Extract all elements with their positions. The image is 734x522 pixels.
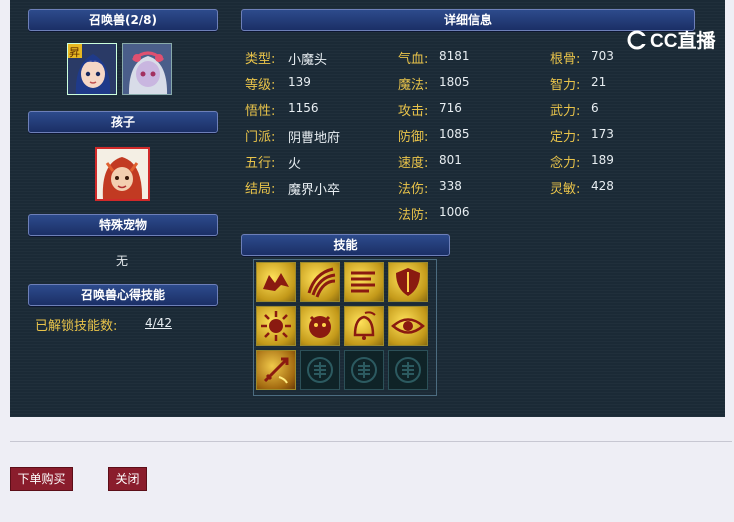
- special-pet-header: 特殊宠物: [28, 214, 218, 236]
- child-avatar[interactable]: [95, 147, 150, 201]
- stat-value: 8181: [439, 49, 470, 63]
- skill-grid: [253, 259, 437, 396]
- sun-skill-icon[interactable]: [256, 306, 296, 346]
- divider: [10, 441, 732, 442]
- stat-label: 法伤:: [398, 182, 429, 197]
- scroll-skill-icon[interactable]: [344, 262, 384, 302]
- stat-value: 小魔头: [288, 53, 328, 68]
- stat-value: 6: [591, 101, 599, 115]
- stat-label: 魔法:: [398, 78, 429, 93]
- stat-label: 门派:: [245, 130, 276, 145]
- learned-skills-header: 召唤兽心得技能: [28, 284, 218, 306]
- ascend-badge: 昇: [69, 46, 80, 59]
- stat-value: 21: [591, 75, 607, 89]
- stat-label: 速度:: [398, 156, 429, 171]
- empty-slot-icon[interactable]: [300, 350, 340, 390]
- stat-value: 魔界小卒: [288, 183, 341, 198]
- stat-label: 类型:: [245, 52, 276, 67]
- stat-value: 阴曹地府: [288, 131, 341, 146]
- cc-logo-icon: [627, 30, 648, 50]
- close-button[interactable]: 关闭: [108, 467, 147, 491]
- stat-label: 根骨:: [550, 52, 581, 67]
- stat-value: 1156: [288, 101, 319, 115]
- stat-label: 武力:: [550, 104, 581, 119]
- demon-skill-icon[interactable]: [300, 306, 340, 346]
- skills-header: 技能: [241, 234, 450, 256]
- stat-value: 703: [591, 49, 614, 63]
- stat-value: 火: [288, 157, 302, 172]
- stat-value: 1006: [439, 205, 470, 219]
- buy-button[interactable]: 下单购买: [10, 467, 73, 491]
- special-pet-value: 无: [116, 254, 129, 268]
- stat-label: 灵敏:: [550, 182, 581, 197]
- watermark-text: CC直播: [650, 31, 716, 52]
- stat-value: 716: [439, 101, 462, 115]
- sword-skill-icon[interactable]: [256, 350, 296, 390]
- child-header: 孩子: [28, 111, 218, 133]
- shield-skill-icon[interactable]: [388, 262, 428, 302]
- stat-label: 定力:: [550, 130, 581, 145]
- stat-label: 悟性:: [245, 104, 276, 119]
- empty-slot-icon[interactable]: [344, 350, 384, 390]
- stat-value: 173: [591, 127, 614, 141]
- unlocked-skills-label: 已解锁技能数:: [35, 319, 118, 334]
- stat-value: 428: [591, 179, 614, 193]
- claw-skill-icon[interactable]: [300, 262, 340, 302]
- stat-value: 338: [439, 179, 462, 193]
- unlocked-skills-value[interactable]: 4/42: [145, 316, 172, 330]
- summon-avatar-2[interactable]: [122, 43, 172, 95]
- summon-header: 召唤兽(2/8): [28, 9, 218, 31]
- stat-label: 结局:: [245, 182, 276, 197]
- stat-label: 攻击:: [398, 104, 429, 119]
- red-demon-portrait-icon: [97, 149, 148, 199]
- stat-label: 法防:: [398, 208, 429, 223]
- stat-value: 1085: [439, 127, 470, 141]
- stat-value: 801: [439, 153, 462, 167]
- empty-slot-icon[interactable]: [388, 350, 428, 390]
- wolf-skill-icon[interactable]: [256, 262, 296, 302]
- stat-label: 五行:: [245, 156, 276, 171]
- ghost-girl-portrait-icon: [123, 44, 171, 94]
- stat-label: 智力:: [550, 78, 581, 93]
- stat-value: 1805: [439, 75, 470, 89]
- girl-portrait-icon: 昇: [68, 44, 116, 94]
- stat-label: 等级:: [245, 78, 276, 93]
- cc-live-watermark: CC直播: [626, 26, 715, 53]
- pet-detail-panel: 召唤兽(2/8) 昇 孩子 特殊宠物 无 召唤兽心得技能 已解锁技能数: 4/4…: [10, 0, 725, 417]
- bell-skill-icon[interactable]: [344, 306, 384, 346]
- summon-avatar-1[interactable]: 昇: [67, 43, 117, 95]
- stat-label: 气血:: [398, 52, 429, 67]
- stat-label: 念力:: [550, 156, 581, 171]
- stat-value: 189: [591, 153, 614, 167]
- stat-label: 防御:: [398, 130, 429, 145]
- stat-value: 139: [288, 75, 311, 89]
- eye-skill-icon[interactable]: [388, 306, 428, 346]
